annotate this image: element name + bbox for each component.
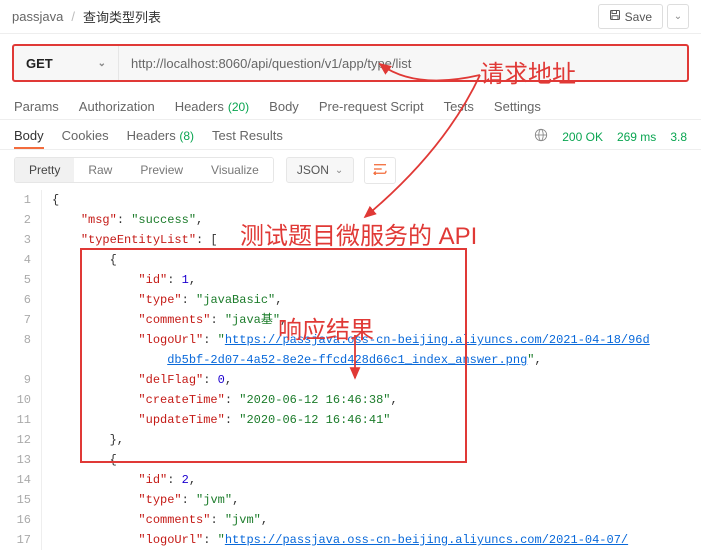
request-url-text: http://localhost:8060/api/question/v1/ap… [131, 56, 411, 71]
response-lang-select[interactable]: JSON ⌄ [286, 157, 354, 183]
chevron-down-icon: ⌄ [98, 58, 106, 69]
response-body-viewer[interactable]: 12345678 91011121314151617 { "msg": "suc… [0, 190, 701, 550]
line-gutter: 12345678 91011121314151617 [0, 190, 42, 550]
tab-prerequest[interactable]: Pre-request Script [319, 94, 424, 119]
response-lang-label: JSON [297, 163, 329, 177]
tab-settings[interactable]: Settings [494, 94, 541, 119]
view-pretty[interactable]: Pretty [15, 158, 74, 182]
status-code: 200 OK [562, 130, 603, 144]
floppy-icon [609, 9, 621, 24]
headers-count: (20) [228, 100, 249, 114]
chevron-down-icon: ⌄ [674, 11, 682, 22]
request-bar: GET ⌄ http://localhost:8060/api/question… [12, 44, 689, 82]
code-content: { "msg": "success", "typeEntityList": [ … [42, 190, 701, 550]
resp-tab-test-results[interactable]: Test Results [212, 124, 283, 149]
tab-headers-label: Headers [175, 99, 224, 114]
resp-tab-headers-label: Headers [127, 128, 176, 143]
view-raw[interactable]: Raw [74, 158, 126, 182]
tab-tests[interactable]: Tests [444, 94, 474, 119]
resp-tab-cookies[interactable]: Cookies [62, 124, 109, 149]
request-url-input[interactable]: http://localhost:8060/api/question/v1/ap… [119, 46, 687, 80]
resp-tab-body[interactable]: Body [14, 124, 44, 149]
save-dropdown-button[interactable]: ⌄ [667, 4, 689, 29]
save-button-label: Save [625, 10, 652, 24]
tab-params[interactable]: Params [14, 94, 59, 119]
tab-headers[interactable]: Headers (20) [175, 94, 249, 119]
response-bar: Body Cookies Headers (8) Test Results 20… [0, 120, 701, 150]
breadcrumb-request-name: 查询类型列表 [83, 7, 161, 26]
resp-tab-headers[interactable]: Headers (8) [127, 124, 194, 149]
globe-icon[interactable] [534, 128, 548, 145]
view-preview[interactable]: Preview [126, 158, 197, 182]
chevron-down-icon: ⌄ [335, 165, 343, 176]
status-size: 3.8 [670, 130, 687, 144]
breadcrumb-collection[interactable]: passjava [12, 9, 63, 24]
request-tabs: Params Authorization Headers (20) Body P… [0, 92, 701, 120]
http-method-select[interactable]: GET ⌄ [14, 46, 119, 80]
status-time: 269 ms [617, 130, 656, 144]
http-method-label: GET [26, 56, 53, 71]
tab-body[interactable]: Body [269, 94, 299, 119]
save-button[interactable]: Save [598, 4, 663, 29]
breadcrumb-separator: / [71, 9, 75, 24]
wrap-lines-button[interactable] [364, 157, 396, 184]
breadcrumb: passjava / 查询类型列表 Save ⌄ [0, 0, 701, 34]
tab-authorization[interactable]: Authorization [79, 94, 155, 119]
resp-headers-count: (8) [179, 129, 194, 143]
response-view-row: Pretty Raw Preview Visualize JSON ⌄ [0, 150, 701, 190]
view-visualize[interactable]: Visualize [197, 158, 273, 182]
